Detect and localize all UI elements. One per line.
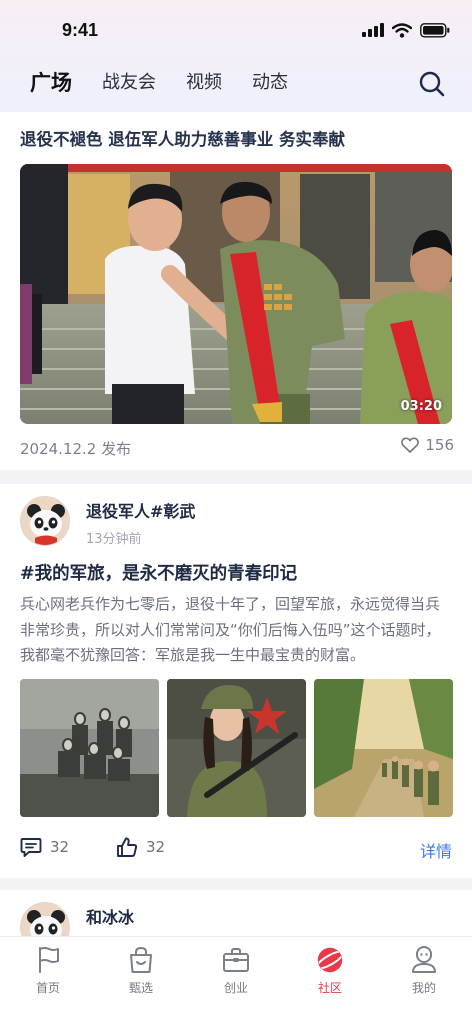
app-header: 9:41 广场 战友会 视频 动态: [0, 0, 472, 112]
post-title[interactable]: #我的军旅，是永不磨灭的青春印记: [20, 560, 297, 585]
nav-selection[interactable]: 甄选: [106, 945, 176, 996]
post-time: 13分钟前: [86, 532, 142, 547]
ceremony-photo: [20, 164, 452, 424]
planet-icon: [315, 947, 345, 973]
video-card[interactable]: 退役不褪色 退伍军人助力慈善事业 务实奉献 03:20 2024.12.2 发布…: [0, 112, 472, 470]
battery-icon: [420, 22, 450, 38]
heart-icon: [401, 437, 420, 453]
shopping-bag-icon: [130, 946, 152, 973]
post-image-old-photo[interactable]: [20, 679, 159, 817]
tab-moments[interactable]: 动态: [252, 68, 288, 98]
status-time: 9:41: [62, 20, 99, 40]
post-like-button[interactable]: 32: [116, 836, 165, 858]
nav-home-label: 首页: [35, 981, 60, 995]
video-like-button[interactable]: 156: [401, 436, 454, 454]
post-body[interactable]: 兵心网老兵作为七零后，退役十年了，回望军旅，永远觉得当兵非常珍贵，所以对人们常常…: [20, 592, 454, 669]
detail-link[interactable]: 详情: [420, 838, 452, 862]
status-bar: 9:41: [0, 0, 472, 58]
bottom-nav: 首页 甄选 创业 社区 我的: [0, 936, 472, 1024]
video-like-count: 156: [425, 436, 454, 454]
post-card[interactable]: 退役军人#彰武 13分钟前 #我的军旅，是永不磨灭的青春印记 兵心网老兵作为七零…: [0, 484, 472, 878]
female-soldier-photo: [167, 679, 306, 817]
post-image-female-soldier[interactable]: [167, 679, 306, 817]
nav-community-label: 社区: [317, 981, 342, 995]
comment-count: 32: [50, 838, 70, 856]
tab-comrades[interactable]: 战友会: [102, 68, 156, 98]
video-duration: 03:20: [400, 399, 442, 414]
panda-avatar-icon: [21, 497, 69, 545]
avatar[interactable]: [20, 496, 70, 546]
video-title[interactable]: 退役不褪色 退伍军人助力慈善事业 务实奉献: [20, 126, 345, 150]
status-icons: [362, 20, 450, 40]
nav-profile[interactable]: 我的: [389, 945, 459, 996]
nav-profile-label: 我的: [411, 981, 436, 995]
post-like-count: 32: [146, 838, 166, 856]
top-tabs: 广场 战友会 视频 动态: [30, 68, 318, 98]
comment-icon: [20, 838, 42, 857]
post-image-marching[interactable]: [314, 679, 453, 817]
nav-business[interactable]: 创业: [201, 945, 271, 996]
vintage-soldiers-photo: [20, 679, 159, 817]
video-thumbnail[interactable]: 03:20: [20, 164, 452, 424]
briefcase-icon: [223, 948, 249, 972]
tab-video[interactable]: 视频: [186, 68, 222, 98]
nav-business-label: 创业: [223, 981, 248, 995]
nav-home[interactable]: 首页: [13, 945, 83, 996]
author-name[interactable]: 退役军人#彰武: [86, 498, 195, 522]
tab-square[interactable]: 广场: [30, 68, 72, 98]
publish-date: 2024.12.2 发布: [20, 440, 132, 458]
post-actions: 32 32 详情: [20, 836, 452, 862]
post-images: [20, 679, 453, 817]
wifi-icon: [392, 22, 412, 38]
search-icon[interactable]: [418, 70, 446, 98]
flag-icon: [39, 947, 59, 973]
marching-troops-photo: [314, 679, 453, 817]
comment-button[interactable]: 32: [20, 836, 69, 858]
nav-selection-label: 甄选: [128, 981, 153, 995]
nav-community[interactable]: 社区: [295, 945, 365, 996]
signal-icon: [362, 23, 384, 37]
profile-icon: [412, 946, 436, 973]
next-post-author[interactable]: 和冰冰: [86, 904, 134, 928]
thumbs-up-icon: [117, 837, 138, 857]
